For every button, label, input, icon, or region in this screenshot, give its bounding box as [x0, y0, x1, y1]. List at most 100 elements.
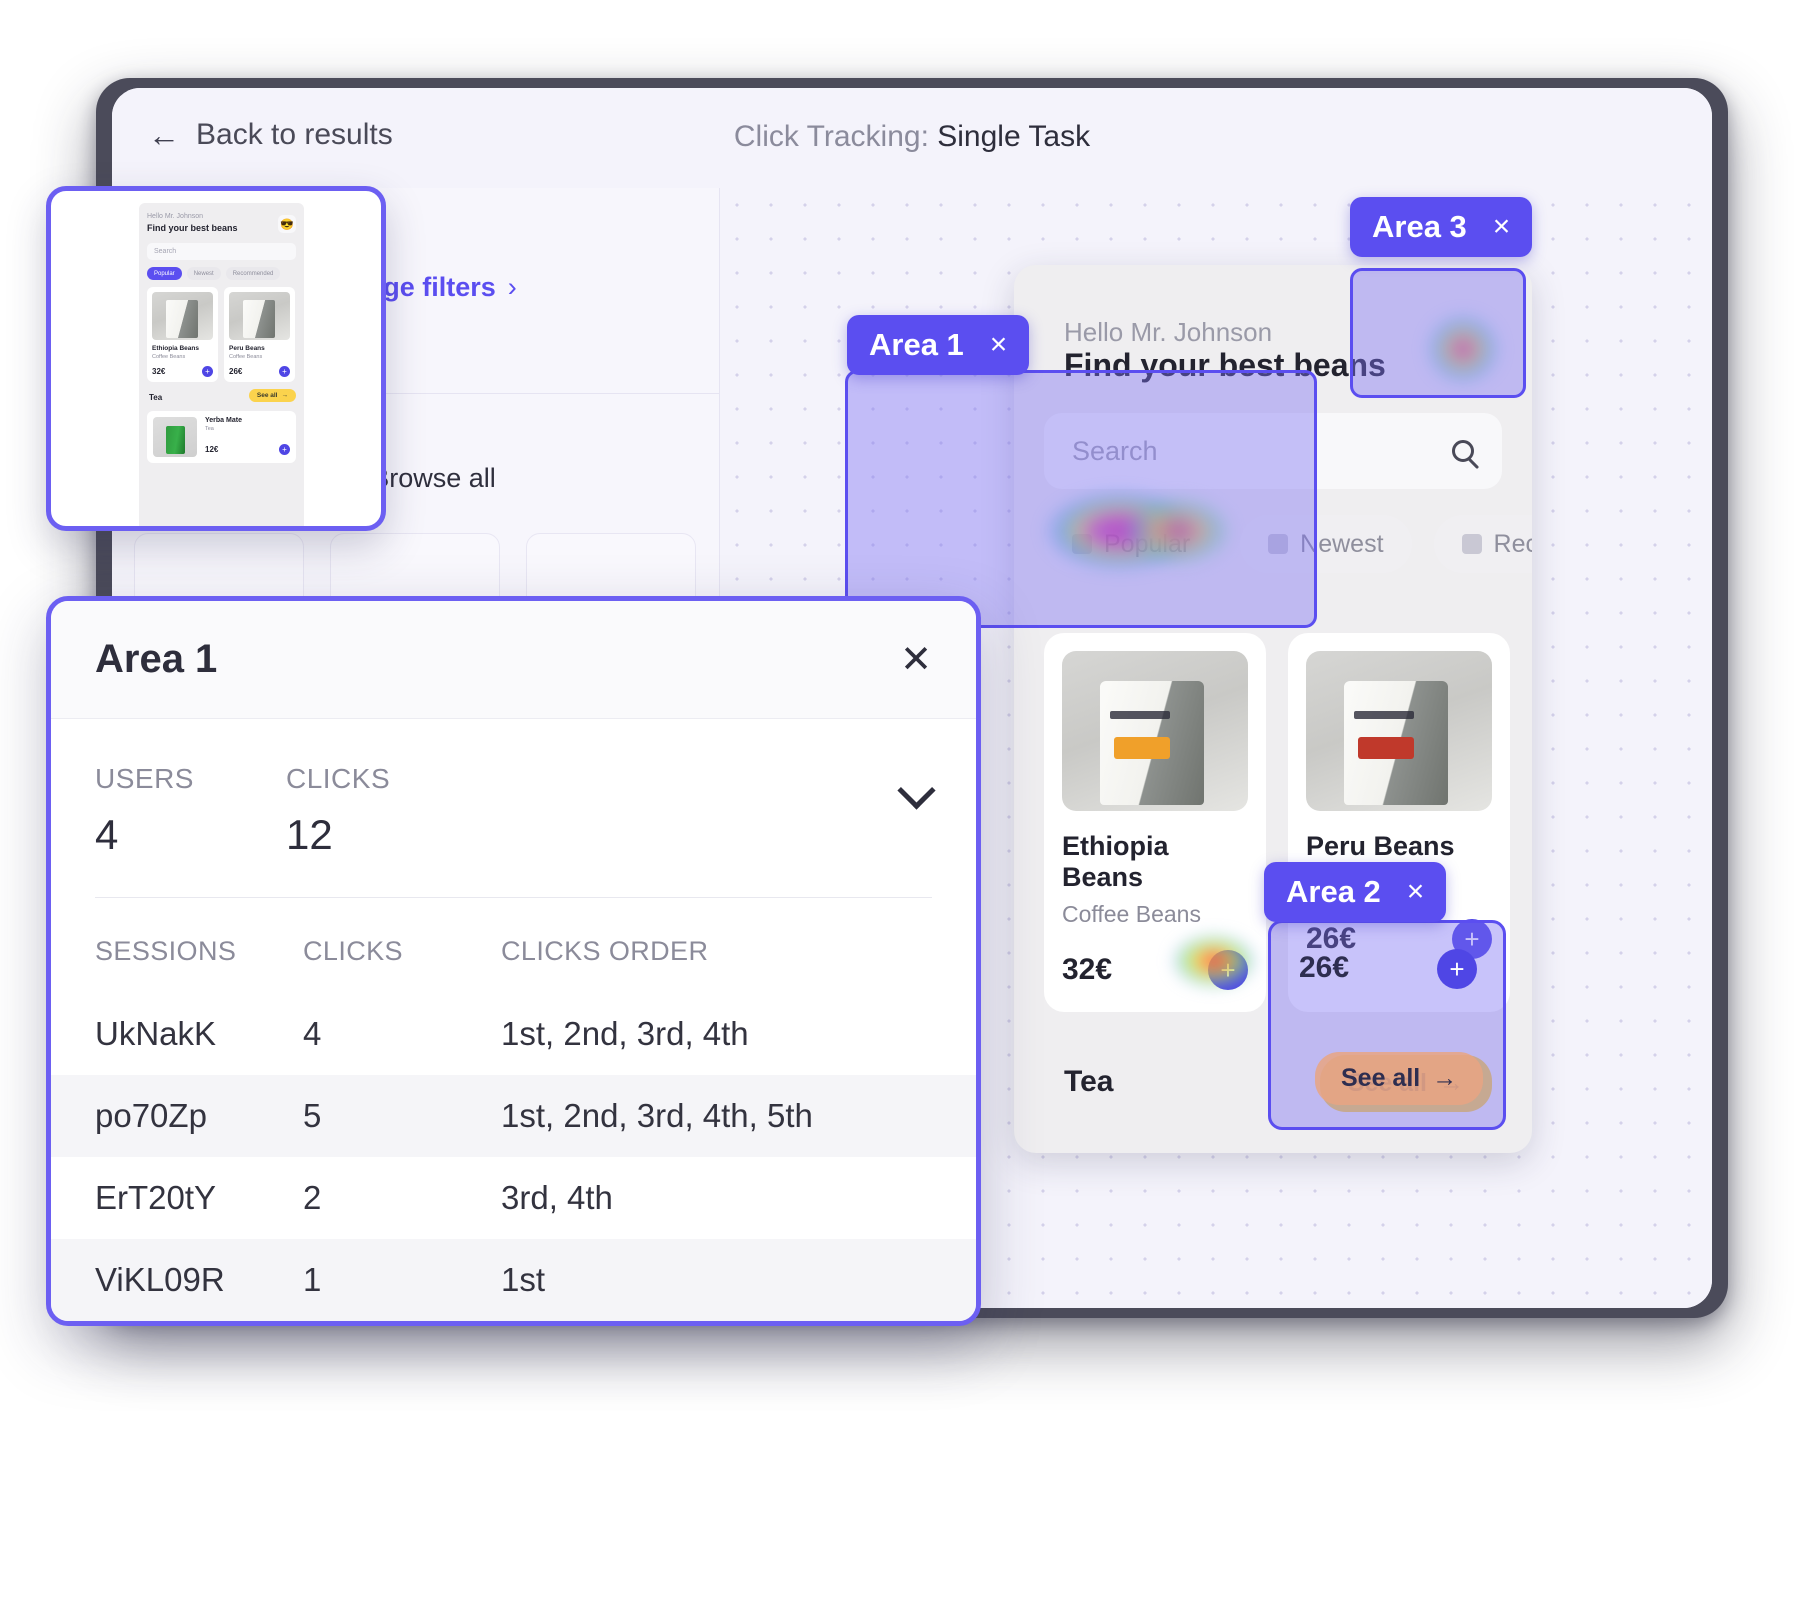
product-price: 32€	[1062, 953, 1113, 986]
product-card-ethiopia[interactable]: Ethiopia Beans Coffee Beans 32€ +	[1044, 633, 1266, 1012]
close-icon[interactable]: ×	[1493, 212, 1511, 242]
table-row[interactable]: po70Zp 5 1st, 2nd, 3rd, 4th, 5th	[51, 1075, 976, 1157]
close-icon[interactable]: ✕	[900, 641, 932, 679]
mini-filter-chip-popular[interactable]: Popular	[147, 267, 182, 280]
summary-stat-value: 4	[95, 811, 119, 858]
close-icon[interactable]: ×	[990, 330, 1008, 360]
see-all-label: See all	[256, 392, 278, 399]
product-price-row: 32€ +	[152, 366, 213, 377]
area-badge-2[interactable]: Area 2 ×	[1264, 862, 1447, 922]
bag-label-mark	[1358, 737, 1414, 759]
product-category: Coffee Beans	[229, 354, 263, 360]
mini-preview-card[interactable]: Hello Mr. Johnson Find your best beans 😎…	[46, 186, 386, 531]
sessions-table: SESSIONS CLICKS CLICKS ORDER UkNakK 4 1s…	[51, 914, 976, 1321]
area-badge-label: Area 3	[1372, 209, 1467, 244]
cell-clicks-order: 1st	[501, 1261, 546, 1298]
mini-section-title: Tea	[149, 393, 163, 402]
area-badge-1[interactable]: Area 1 ×	[847, 315, 1030, 375]
product-image	[229, 292, 290, 340]
filter-chip-recommended[interactable]: Recommended	[1433, 515, 1532, 573]
summary-stat-label: USERS	[95, 763, 194, 794]
product-price-row: 12€ +	[205, 444, 290, 455]
cell-clicks-order: 1st, 2nd, 3rd, 4th	[501, 1015, 749, 1052]
detail-divider	[95, 897, 932, 898]
mini-search-input[interactable]: Search	[147, 243, 296, 260]
product-image	[152, 292, 213, 340]
mini-product-card-tea[interactable]: Yerba Mate Tea 12€ +	[147, 411, 296, 463]
product-category: Coffee Beans	[1062, 901, 1201, 927]
summary-stat-label: CLICKS	[285, 763, 391, 794]
product-category: Coffee Beans	[152, 354, 186, 360]
coffee-bag-icon	[243, 300, 275, 338]
product-price-row: 26€ +	[229, 366, 290, 377]
mini-preview-surface: Hello Mr. Johnson Find your best beans 😎…	[139, 203, 304, 526]
area-badge-label: Area 1	[869, 327, 964, 362]
selection-region-area-3[interactable]	[1350, 268, 1526, 398]
area-detail-header: Area 1 ✕	[51, 601, 976, 719]
filter-chip-label: Recommended	[232, 270, 274, 277]
mini-title: Find your best beans	[147, 223, 238, 233]
mini-product-card-ethiopia[interactable]: Ethiopia Beans Coffee Beans 32€ +	[147, 287, 218, 382]
cell-clicks: 2	[303, 1179, 322, 1216]
chevron-right-icon: ›	[507, 272, 517, 302]
mini-filter-chip-newest[interactable]: Newest	[186, 267, 221, 280]
browse-all-label: Browse all	[371, 463, 496, 493]
product-price: 12€	[205, 445, 219, 454]
mini-tea-meta: Yerba Mate Tea 12€ +	[205, 417, 290, 455]
avatar: 😎	[278, 215, 296, 233]
mini-product-list: Ethiopia Beans Coffee Beans 32€ + Peru B…	[147, 287, 295, 382]
table-row[interactable]: ViKL09R 1 1st	[51, 1239, 976, 1321]
table-header-row: SESSIONS CLICKS CLICKS ORDER	[51, 914, 976, 993]
product-name: Peru Beans	[1306, 831, 1455, 861]
filter-chip-label: Newest	[193, 270, 214, 277]
table-row[interactable]: UkNakK 4 1st, 2nd, 3rd, 4th	[51, 993, 976, 1075]
table-row[interactable]: ErT20tY 2 3rd, 4th	[51, 1157, 976, 1239]
product-name: Ethiopia Beans	[152, 345, 199, 352]
mini-greeting: Hello Mr. Johnson	[147, 213, 204, 220]
close-icon[interactable]: ×	[1407, 877, 1425, 907]
add-to-cart-button[interactable]: +	[1208, 950, 1248, 990]
cell-session: UkNakK	[95, 1015, 217, 1052]
cell-clicks: 5	[303, 1097, 322, 1134]
chevron-down-icon[interactable]	[900, 771, 932, 803]
bag-label-mark	[1114, 737, 1170, 759]
product-price: 32€	[152, 367, 166, 376]
app-header: ← Back to results Click Tracking: Single…	[112, 88, 1712, 188]
region-2-add-button[interactable]: +	[1437, 949, 1477, 989]
summary-stat-value: 12	[285, 811, 333, 858]
area-badge-3[interactable]: Area 3 ×	[1350, 197, 1533, 257]
column-header-clicks: CLICKS	[303, 936, 403, 966]
selection-region-area-1[interactable]	[845, 370, 1317, 628]
product-image	[1062, 651, 1248, 811]
column-header-sessions: SESSIONS	[95, 936, 237, 966]
product-price: 26€	[229, 367, 243, 376]
column-header-clicks-order: CLICKS ORDER	[501, 936, 709, 966]
mini-filter-chip-recommended[interactable]: Recommended	[225, 267, 281, 280]
product-name: Ethiopia Beans	[1062, 831, 1169, 892]
summary-stat-clicks: CLICKS 12	[286, 763, 390, 859]
product-category: Tea	[205, 426, 214, 432]
add-to-cart-button[interactable]: +	[279, 366, 290, 377]
region-2-see-all-button[interactable]: See all →	[1315, 1052, 1484, 1105]
product-price-row: 32€ +	[1062, 950, 1248, 990]
cell-clicks: 4	[303, 1015, 322, 1052]
filter-chip-label: Popular	[154, 270, 175, 277]
selection-region-area-2[interactable]: 26€ + See all →	[1268, 920, 1506, 1130]
heart-icon	[1461, 534, 1482, 554]
bag-brand-mark	[1110, 711, 1170, 719]
add-to-cart-button[interactable]: +	[279, 444, 290, 455]
coffee-bag-icon	[1344, 681, 1448, 805]
page-title: Click Tracking: Single Task	[112, 120, 1712, 154]
cell-clicks: 1	[303, 1261, 322, 1298]
area-detail-title: Area 1	[95, 637, 218, 681]
screenshot-root: ← Back to results Click Tracking: Single…	[0, 0, 1800, 1600]
page-title-prefix: Click Tracking:	[733, 120, 938, 153]
region-2-see-all-label: See all	[1341, 1064, 1421, 1092]
coffee-bag-icon	[166, 300, 198, 338]
region-2-price: 26€	[1299, 951, 1350, 984]
mini-product-card-peru[interactable]: Peru Beans Coffee Beans 26€ +	[224, 287, 295, 382]
add-to-cart-button[interactable]: +	[202, 366, 213, 377]
area-detail-summary: USERS 4 CLICKS 12	[51, 719, 976, 859]
mini-see-all-button[interactable]: See all →	[248, 389, 296, 402]
product-name: Peru Beans	[229, 345, 265, 352]
